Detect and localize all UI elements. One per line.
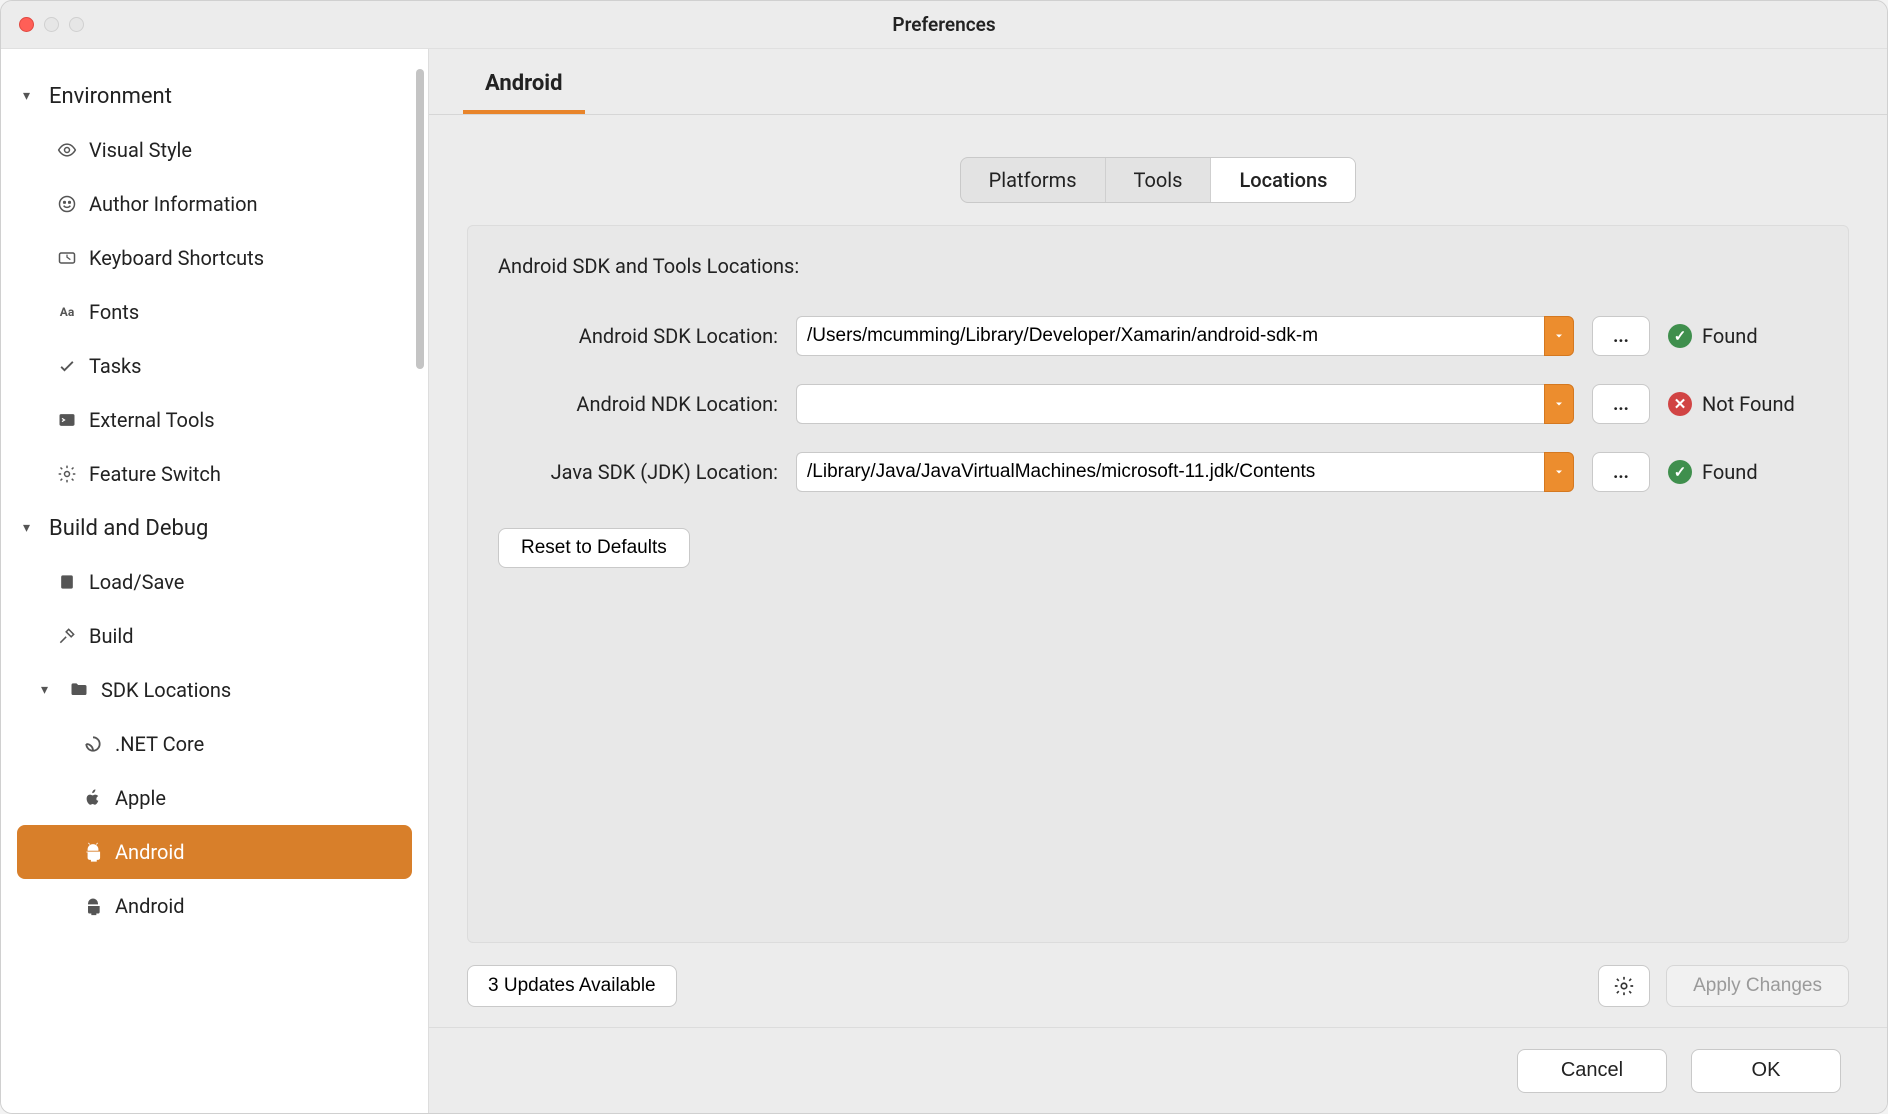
chevron-down-icon: ▾ (23, 88, 39, 104)
check-icon (55, 356, 79, 376)
sidebar-item-visual-style[interactable]: Visual Style (1, 123, 428, 177)
sidebar-item-android[interactable]: Android (1, 879, 428, 933)
sidebar-section-build-and-debug[interactable]: ▾ Build and Debug (1, 501, 428, 555)
java-sdk-combo (796, 452, 1574, 492)
sidebar-item-keyboard-shortcuts[interactable]: Keyboard Shortcuts (1, 231, 428, 285)
field-java-sdk: Java SDK (JDK) Location: ... ✓ Found (498, 452, 1818, 492)
android-ndk-combo (796, 384, 1574, 424)
dialog-footer: Cancel OK (429, 1027, 1887, 1113)
book-icon (55, 572, 79, 592)
minimize-window-button[interactable] (44, 17, 59, 32)
locations-panel: Android SDK and Tools Locations: Android… (467, 225, 1849, 943)
field-status: ✓ Found (1668, 460, 1818, 484)
sub-tab-tools[interactable]: Tools (1106, 158, 1212, 202)
gear-icon (1613, 975, 1635, 997)
fonts-icon: Aa (55, 305, 79, 319)
android-icon (81, 896, 105, 916)
sidebar-item-tasks[interactable]: Tasks (1, 339, 428, 393)
sidebar-item-build[interactable]: Build (1, 609, 428, 663)
chevron-down-icon: ▾ (23, 520, 39, 536)
gear-icon (55, 464, 79, 484)
sidebar-item-author-information[interactable]: Author Information (1, 177, 428, 231)
main-tab-bar: Android (429, 49, 1887, 115)
close-window-button[interactable] (19, 17, 34, 32)
cancel-button[interactable]: Cancel (1517, 1049, 1667, 1093)
sidebar-item-feature-switch[interactable]: Feature Switch (1, 447, 428, 501)
field-label: Android SDK Location: (498, 324, 778, 348)
field-status: ✕ Not Found (1668, 392, 1818, 416)
chevron-down-icon: ▾ (41, 682, 57, 698)
sidebar-item-external-tools[interactable]: External Tools (1, 393, 428, 447)
field-label: Java SDK (JDK) Location: (498, 460, 778, 484)
field-status: ✓ Found (1668, 324, 1818, 348)
eye-icon (55, 140, 79, 160)
traffic-lights (1, 17, 84, 32)
dropdown-button[interactable] (1544, 452, 1574, 492)
android-sdk-input[interactable] (796, 316, 1544, 356)
main-tab-android[interactable]: Android (463, 59, 585, 114)
smile-icon (55, 194, 79, 214)
hammer-icon (55, 626, 79, 646)
panel-heading: Android SDK and Tools Locations: (498, 254, 1818, 278)
terminal-icon (55, 410, 79, 430)
sidebar-section-environment[interactable]: ▾ Environment (1, 69, 428, 123)
sidebar-item-load-save[interactable]: Load/Save (1, 555, 428, 609)
field-label: Android NDK Location: (498, 392, 778, 416)
sub-tab-bar: Platforms Tools Locations (960, 157, 1357, 203)
maximize-window-button[interactable] (69, 17, 84, 32)
sidebar-item-sdk-locations[interactable]: ▾ SDK Locations (1, 663, 428, 717)
preferences-sidebar[interactable]: ▾ Environment Visual Style Author Inform… (1, 49, 429, 1113)
android-ndk-input[interactable] (796, 384, 1544, 424)
java-sdk-input[interactable] (796, 452, 1544, 492)
field-android-ndk: Android NDK Location: ... ✕ Not Found (498, 384, 1818, 424)
reset-to-defaults-button[interactable]: Reset to Defaults (498, 528, 690, 568)
browse-button[interactable]: ... (1592, 316, 1650, 356)
android-sdk-combo (796, 316, 1574, 356)
dropdown-button[interactable] (1544, 384, 1574, 424)
settings-gear-button[interactable] (1598, 965, 1650, 1007)
sidebar-item-apple[interactable]: Apple (1, 771, 428, 825)
apple-icon (81, 788, 105, 808)
sub-tab-locations[interactable]: Locations (1211, 158, 1355, 202)
field-android-sdk: Android SDK Location: ... ✓ Found (498, 316, 1818, 356)
scrollbar-thumb[interactable] (416, 69, 424, 369)
apply-changes-button[interactable]: Apply Changes (1666, 965, 1849, 1007)
sub-tab-platforms[interactable]: Platforms (961, 158, 1106, 202)
keyboard-icon (55, 248, 79, 268)
sidebar-item-android-selected[interactable]: Android (17, 825, 412, 879)
browse-button[interactable]: ... (1592, 384, 1650, 424)
sidebar-item-dotnet-core[interactable]: .NET Core (1, 717, 428, 771)
ok-button[interactable]: OK (1691, 1049, 1841, 1093)
titlebar: Preferences (1, 1, 1887, 49)
folder-icon (67, 680, 91, 700)
sidebar-item-fonts[interactable]: Aa Fonts (1, 285, 428, 339)
window-title: Preferences (1, 13, 1887, 36)
main-footer: 3 Updates Available Apply Changes (467, 943, 1849, 1027)
dotnet-icon (81, 734, 105, 754)
updates-available-button[interactable]: 3 Updates Available (467, 965, 677, 1007)
check-circle-icon: ✓ (1668, 460, 1692, 484)
preferences-window: Preferences ▾ Environment Visual Style A… (0, 0, 1888, 1114)
browse-button[interactable]: ... (1592, 452, 1650, 492)
check-circle-icon: ✓ (1668, 324, 1692, 348)
x-circle-icon: ✕ (1668, 392, 1692, 416)
dropdown-button[interactable] (1544, 316, 1574, 356)
android-icon (81, 842, 105, 862)
